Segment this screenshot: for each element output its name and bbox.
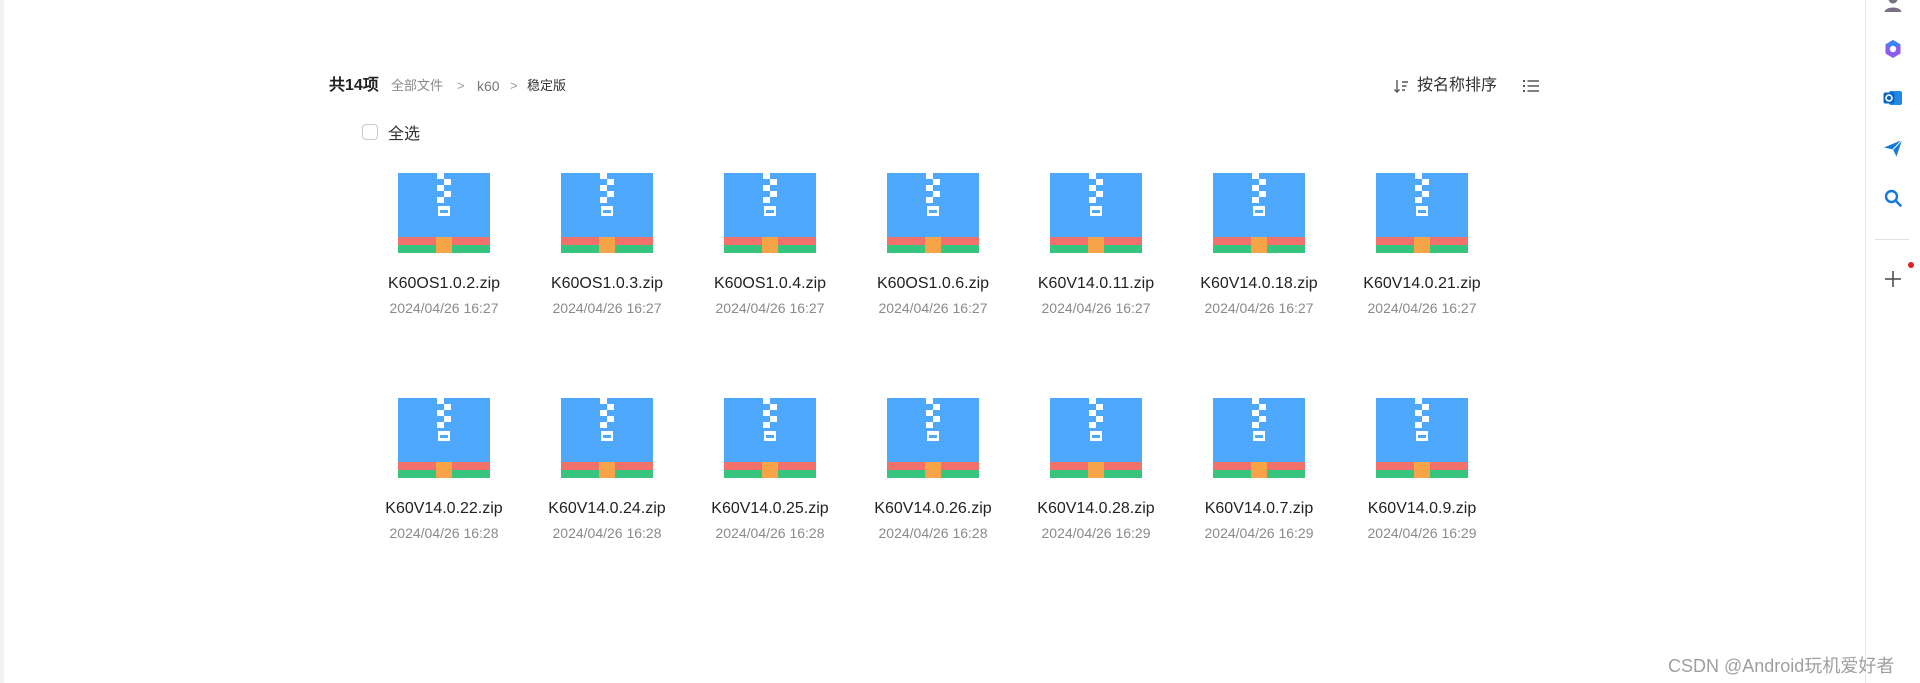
breadcrumb-folder-k60[interactable]: k60	[477, 74, 500, 98]
zip-file-icon	[398, 398, 490, 478]
file-name: K60OS1.0.4.zip	[713, 275, 827, 292]
file-item[interactable]: K60OS1.0.2.zip 2024/04/26 16:27	[374, 150, 514, 375]
file-date: 2024/04/26 16:27	[1041, 300, 1151, 316]
file-item[interactable]: K60V14.0.9.zip 2024/04/26 16:29	[1352, 375, 1492, 600]
file-date: 2024/04/26 16:27	[715, 300, 825, 316]
file-item[interactable]: K60OS1.0.3.zip 2024/04/26 16:27	[537, 150, 677, 375]
outlook-icon[interactable]	[1882, 87, 1904, 109]
breadcrumb-separator: >	[457, 78, 465, 93]
sort-by-name-button[interactable]: 按名称排序	[1393, 74, 1497, 98]
file-date: 2024/04/26 16:28	[552, 525, 662, 541]
file-date: 2024/04/26 16:27	[552, 300, 662, 316]
file-name: K60V14.0.21.zip	[1363, 275, 1481, 292]
sort-ascending-icon	[1394, 80, 1408, 93]
file-grid: K60OS1.0.2.zip 2024/04/26 16:27 K60OS1.0…	[374, 150, 1524, 600]
file-item[interactable]: K60V14.0.26.zip 2024/04/26 16:28	[863, 375, 1003, 600]
file-date: 2024/04/26 16:29	[1041, 525, 1151, 541]
zip-file-icon	[1213, 398, 1305, 478]
file-name: K60V14.0.11.zip	[1037, 275, 1155, 292]
list-view-icon[interactable]	[1522, 77, 1540, 95]
zip-file-icon	[1376, 398, 1468, 478]
right-side-panel	[1865, 0, 1920, 683]
zip-file-icon	[887, 173, 979, 253]
file-date: 2024/04/26 16:27	[1367, 300, 1477, 316]
file-date: 2024/04/26 16:29	[1367, 525, 1477, 541]
zip-file-icon	[724, 398, 816, 478]
file-name: K60OS1.0.3.zip	[550, 275, 664, 292]
file-item[interactable]: K60V14.0.24.zip 2024/04/26 16:28	[537, 375, 677, 600]
file-date: 2024/04/26 16:28	[389, 525, 499, 541]
breadcrumb-current: 稳定版	[527, 78, 567, 93]
watermark: CSDN @Android玩机爱好者	[1668, 656, 1895, 676]
file-item[interactable]: K60V14.0.18.zip 2024/04/26 16:27	[1189, 150, 1329, 375]
file-name: K60V14.0.28.zip	[1037, 500, 1155, 517]
sort-label: 按名称排序	[1417, 77, 1498, 94]
sidebar-divider	[1875, 239, 1909, 240]
user-icon[interactable]	[1882, 0, 1904, 14]
select-all-label: 全选	[388, 126, 421, 143]
select-all[interactable]: 全选	[362, 121, 420, 143]
toolbar: 共14项 全部文件 > k60 > 稳定版 按名称排序	[329, 74, 1544, 98]
zip-file-icon	[398, 173, 490, 253]
send-icon[interactable]	[1882, 137, 1904, 159]
file-item[interactable]: K60V14.0.22.zip 2024/04/26 16:28	[374, 375, 514, 600]
file-date: 2024/04/26 16:27	[878, 300, 988, 316]
zip-file-icon	[1050, 398, 1142, 478]
file-date: 2024/04/26 16:27	[1204, 300, 1314, 316]
notification-dot	[1908, 262, 1914, 268]
file-name: K60V14.0.24.zip	[548, 500, 666, 517]
add-icon[interactable]	[1882, 268, 1904, 290]
copilot-icon[interactable]	[1882, 38, 1904, 60]
file-item[interactable]: K60OS1.0.6.zip 2024/04/26 16:27	[863, 150, 1003, 375]
zip-file-icon	[887, 398, 979, 478]
zip-file-icon	[561, 398, 653, 478]
file-name: K60V14.0.26.zip	[874, 500, 992, 517]
zip-file-icon	[1050, 173, 1142, 253]
file-item[interactable]: K60V14.0.28.zip 2024/04/26 16:29	[1026, 375, 1166, 600]
search-icon[interactable]	[1882, 187, 1904, 209]
file-item[interactable]: K60V14.0.7.zip 2024/04/26 16:29	[1189, 375, 1329, 600]
file-name: K60OS1.0.2.zip	[387, 275, 501, 292]
zip-file-icon	[1213, 173, 1305, 253]
file-item[interactable]: K60V14.0.21.zip 2024/04/26 16:27	[1352, 150, 1492, 375]
file-name: K60V14.0.25.zip	[711, 500, 829, 517]
file-browser-main: 共14项 全部文件 > k60 > 稳定版 按名称排序 全选 K60OS1.0.…	[0, 0, 1865, 683]
file-date: 2024/04/26 16:27	[389, 300, 499, 316]
file-item[interactable]: K60OS1.0.4.zip 2024/04/26 16:27	[700, 150, 840, 375]
file-date: 2024/04/26 16:29	[1204, 525, 1314, 541]
item-count: 共14项	[329, 77, 379, 94]
zip-file-icon	[1376, 173, 1468, 253]
file-date: 2024/04/26 16:28	[878, 525, 988, 541]
zip-file-icon	[724, 173, 816, 253]
file-date: 2024/04/26 16:28	[715, 525, 825, 541]
file-item[interactable]: K60V14.0.25.zip 2024/04/26 16:28	[700, 375, 840, 600]
file-item[interactable]: K60V14.0.11.zip 2024/04/26 16:27	[1026, 150, 1166, 375]
file-name: K60V14.0.18.zip	[1200, 275, 1318, 292]
file-name: K60V14.0.9.zip	[1367, 500, 1477, 517]
zip-file-icon	[561, 173, 653, 253]
select-all-checkbox[interactable]	[362, 124, 378, 140]
file-name: K60OS1.0.6.zip	[876, 275, 990, 292]
file-name: K60V14.0.7.zip	[1204, 500, 1314, 517]
file-name: K60V14.0.22.zip	[385, 500, 503, 517]
breadcrumb-all-files[interactable]: 全部文件	[391, 74, 443, 98]
breadcrumb-separator: >	[510, 78, 518, 93]
